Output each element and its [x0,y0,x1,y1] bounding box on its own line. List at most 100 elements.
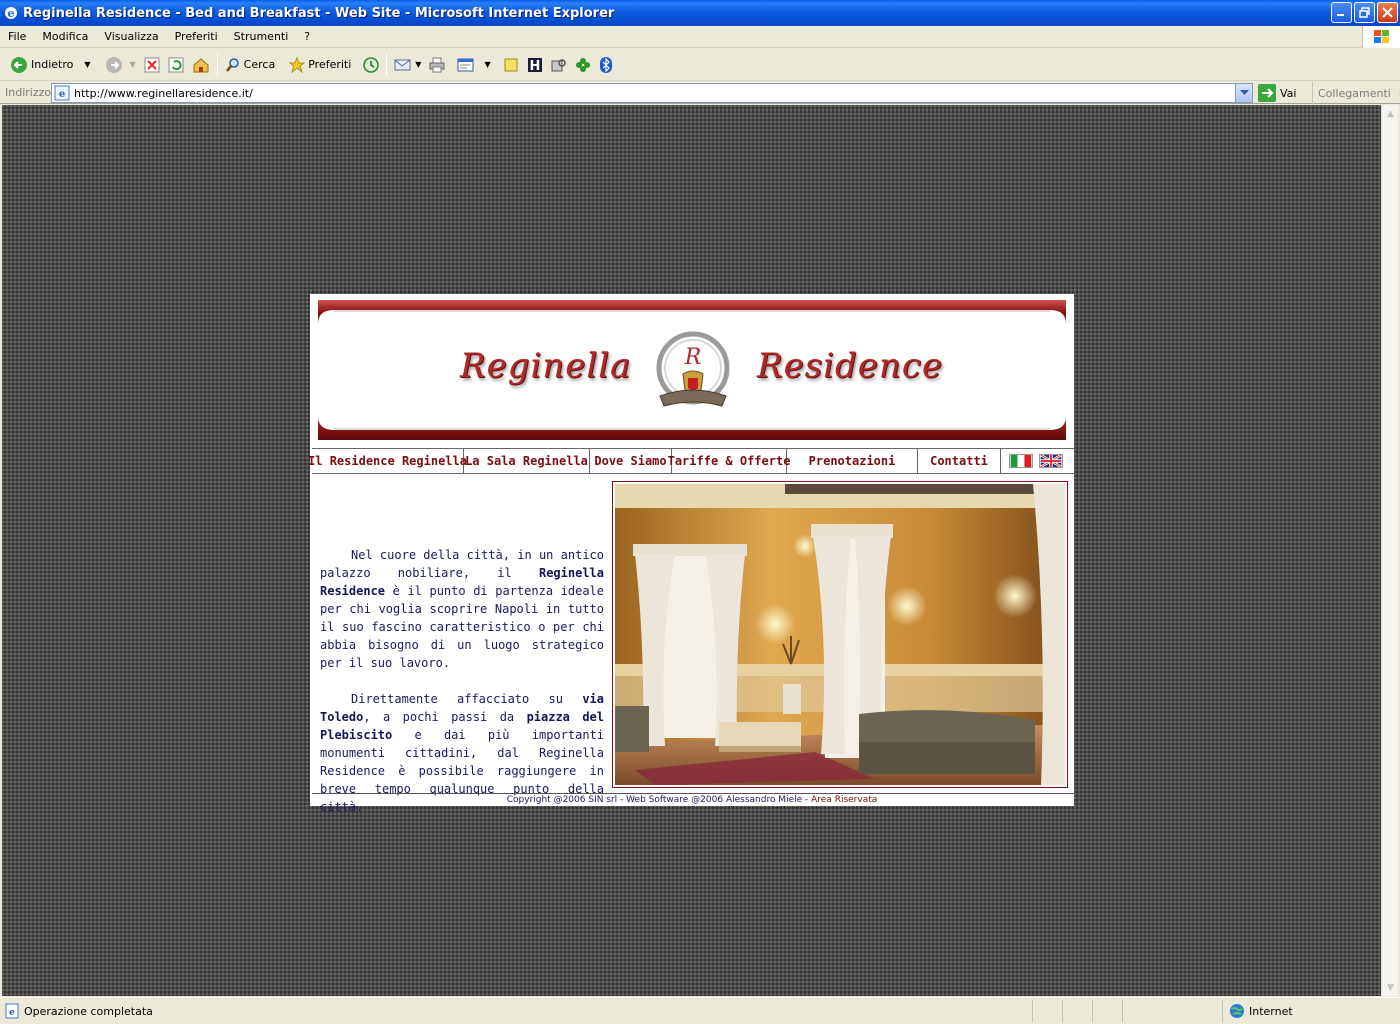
back-dropdown-icon[interactable]: ▼ [84,60,90,69]
zone-label: Internet [1249,1004,1293,1018]
history-icon [363,56,380,73]
go-button[interactable]: Vai [1258,84,1296,102]
history-button[interactable] [359,52,383,78]
edit-dropdown-icon[interactable]: ▼ [484,60,490,69]
scroll-up-icon[interactable]: ▲ [1382,105,1399,122]
refresh-icon [168,57,184,72]
forward-arrow-icon [105,56,122,73]
mail-dropdown-icon[interactable]: ▼ [415,60,421,69]
close-button[interactable] [1377,2,1398,23]
back-label: Indietro [31,58,74,71]
nav-tariffe[interactable]: Tariffe & Offerte [668,449,790,473]
toolbar: Indietro ▼ ▼ Cerca Preferiti ▼ ▼ H [0,49,1400,81]
page-icon: e [54,85,70,101]
footer-copyright: Copyright @2006 SIN srl - Web Software @… [506,795,812,805]
edit-button[interactable]: ▼ [453,52,494,78]
print-icon [429,57,445,72]
research-button[interactable] [547,52,571,78]
site-banner: Reginella R Residence [310,294,1074,446]
status-panel [1122,1000,1152,1022]
links-button[interactable]: Collegamenti » [1312,82,1400,104]
go-arrow-icon [1258,84,1276,102]
menu-visualizza[interactable]: Visualizza [96,30,166,43]
home-button[interactable] [188,52,214,78]
address-url: http://www.reginellaresidence.it/ [74,86,253,100]
toolbar-separator [386,53,388,76]
status-text: Operazione completata [24,1004,153,1018]
back-button[interactable]: Indietro ▼ [6,52,95,78]
home-icon [193,57,209,72]
forward-dropdown-icon[interactable]: ▼ [130,60,136,69]
menu-file[interactable]: File [0,30,34,43]
mail-button[interactable]: ▼ [390,52,425,78]
menu-help[interactable]: ? [296,30,318,43]
intro-text: Nel cuore della città, in un antico pala… [320,546,604,834]
clover-icon [575,57,590,72]
security-zone: Internet [1222,1000,1400,1022]
site-footer: Copyright @2006 SIN srl - Web Software @… [310,795,1074,805]
nav-il-residence[interactable]: Il Residence Reginella [308,449,467,473]
scroll-down-icon[interactable]: ▼ [1382,979,1399,996]
address-label: Indirizzo [5,86,52,99]
area-riservata-link[interactable]: Area Riservata [811,795,877,805]
h-button[interactable]: H [523,52,547,78]
status-panel [1032,1000,1062,1022]
close-icon [1382,7,1393,18]
logo-word-right: Residence [757,346,943,386]
vertical-scrollbar[interactable]: ▲ ▼ [1381,105,1398,996]
favorites-star-icon [289,56,306,73]
messenger-button[interactable] [571,52,595,78]
note-icon [504,58,518,71]
room-photo-illustration [615,484,1065,785]
nav-contatti[interactable]: Contatti [918,449,1001,473]
h-toolbar-icon: H [527,57,542,73]
back-arrow-icon [11,56,27,73]
nav-dove-siamo[interactable]: Dove Siamo [590,449,672,473]
favorites-label: Preferiti [308,58,352,71]
refresh-button[interactable] [164,52,188,78]
nav-la-sala[interactable]: La Sala Reginella [464,449,590,473]
nav-prenotazioni[interactable]: Prenotazioni [787,449,918,473]
globe-icon [1230,1004,1244,1018]
svg-text:e: e [9,1008,15,1018]
minimize-icon [1337,14,1344,16]
links-label: Collegamenti [1318,86,1391,100]
favorites-button[interactable]: Preferiti [285,52,355,78]
minimize-button[interactable] [1331,2,1352,23]
menu-preferiti[interactable]: Preferiti [167,30,226,43]
notes-button[interactable] [499,52,523,78]
footer-divider [312,793,1074,794]
restore-button[interactable] [1354,2,1375,23]
menu-modifica[interactable]: Modifica [34,30,96,43]
logo-monogram: R [684,345,702,370]
forward-button[interactable]: ▼ [101,52,140,78]
status-panels [1032,1000,1152,1022]
room-photo [612,481,1068,788]
chevron-down-icon [1239,90,1249,95]
svg-text:H: H [529,59,540,73]
print-button[interactable] [425,52,449,78]
status-message: e Operazione completata [0,1003,153,1019]
italian-flag-icon[interactable] [1009,454,1033,468]
svg-text:e: e [8,7,15,20]
bluetooth-button[interactable] [595,52,617,78]
search-button[interactable]: Cerca [221,52,280,78]
ie-icon: e [5,7,17,20]
status-panel [1092,1000,1122,1022]
go-label: Vai [1280,86,1297,100]
research-icon [551,58,566,71]
uk-flag-icon[interactable] [1039,454,1063,468]
mail-icon [394,59,411,70]
title-bar: e Reginella Residence - Bed and Breakfas… [0,0,1400,26]
page-viewport: Reginella R Residence Il Residence Regin… [2,105,1381,996]
stop-button[interactable] [140,52,164,78]
intro-paragraph-1: Nel cuore della città, in un antico pala… [320,548,604,670]
address-input[interactable]: e http://www.reginellaresidence.it/ [51,83,1253,103]
status-panel [1062,1000,1092,1022]
address-dropdown-button[interactable] [1235,84,1252,102]
site-container: Reginella R Residence Il Residence Regin… [308,294,1074,814]
menu-strumenti[interactable]: Strumenti [226,30,297,43]
stop-icon [144,57,160,72]
window-controls [1331,2,1398,23]
status-bar: e Operazione completata Internet [0,997,1400,1024]
